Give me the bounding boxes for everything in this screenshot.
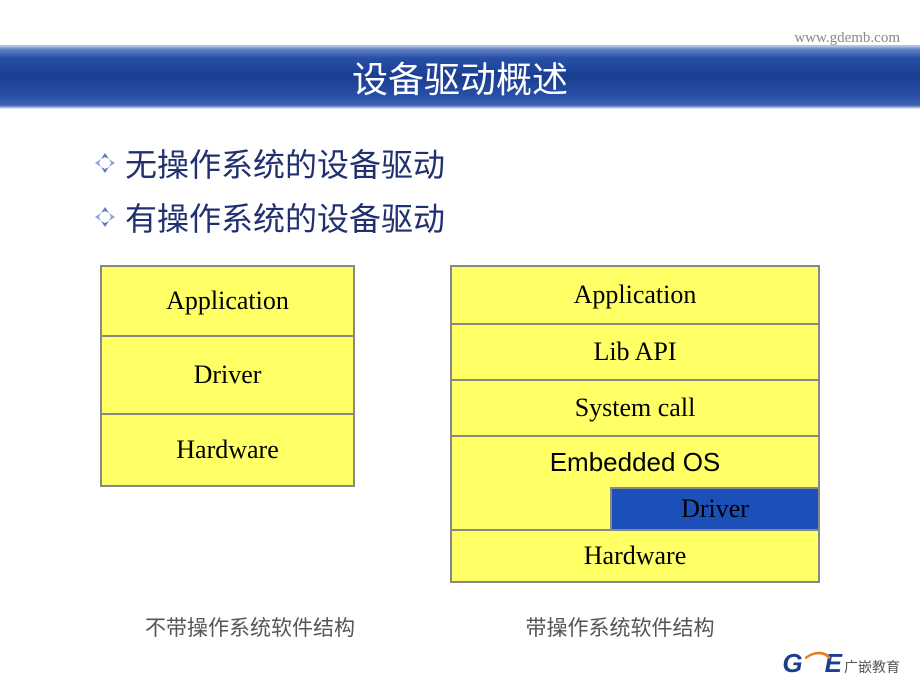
layer-application: Application bbox=[100, 265, 355, 337]
layer-system-call: System call bbox=[450, 381, 820, 437]
layer-hardware: Hardware bbox=[100, 415, 355, 487]
logo-chinese: 广嵌教育 bbox=[844, 657, 900, 677]
caption-no-os: 不带操作系统软件结构 bbox=[100, 612, 400, 642]
slide-title: 设备驱动概述 bbox=[352, 51, 568, 103]
layer-hardware: Hardware bbox=[450, 531, 820, 583]
layer-driver: Driver bbox=[100, 337, 355, 415]
os-label: Embedded OS bbox=[452, 447, 818, 478]
bullet-text: 无操作系统的设备驱动 bbox=[125, 140, 445, 186]
captions-row: 不带操作系统软件结构 带操作系统软件结构 bbox=[100, 612, 820, 642]
layer-embedded-os: Embedded OS Driver bbox=[450, 437, 820, 531]
layer-driver-embedded: Driver bbox=[610, 487, 820, 531]
bullet-item: 有操作系统的设备驱动 bbox=[95, 194, 445, 240]
layer-application: Application bbox=[450, 265, 820, 325]
diagram-with-os: Application Lib API System call Embedded… bbox=[450, 265, 820, 583]
bullet-item: 无操作系统的设备驱动 bbox=[95, 140, 445, 186]
title-bar: 设备驱动概述 bbox=[0, 45, 920, 109]
diamond-icon bbox=[95, 207, 115, 227]
bullet-list: 无操作系统的设备驱动 有操作系统的设备驱动 bbox=[95, 140, 445, 248]
layer-lib-api: Lib API bbox=[450, 325, 820, 381]
logo-letters: G⌒E bbox=[782, 643, 840, 680]
diagram-no-os: Application Driver Hardware bbox=[100, 265, 355, 583]
bullet-text: 有操作系统的设备驱动 bbox=[125, 194, 445, 240]
diamond-icon bbox=[95, 153, 115, 173]
diagrams-container: Application Driver Hardware Application … bbox=[100, 265, 820, 583]
caption-with-os: 带操作系统软件结构 bbox=[430, 612, 810, 642]
footer-logo: G⌒E 广嵌教育 bbox=[782, 643, 900, 680]
